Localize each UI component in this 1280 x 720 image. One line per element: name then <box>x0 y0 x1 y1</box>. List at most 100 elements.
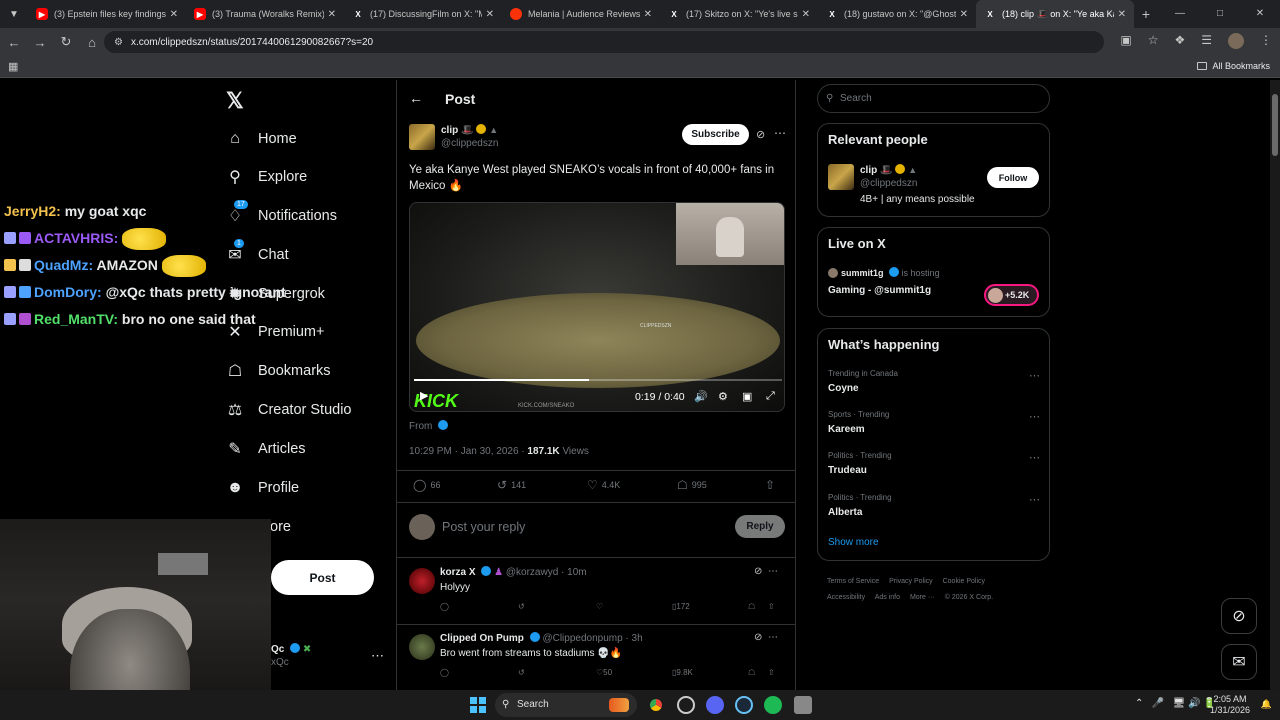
trend-item[interactable]: Politics · Trending Trudeau ⋯ <box>828 451 1040 476</box>
all-bookmarks-button[interactable]: All Bookmarks <box>1197 61 1270 71</box>
author-handle[interactable]: @clippedszn <box>441 138 498 149</box>
close-tab-icon[interactable]: ✕ <box>170 9 178 20</box>
author-name[interactable]: clip 🎩 <box>441 125 473 136</box>
subscribe-button[interactable]: Subscribe <box>682 124 749 145</box>
views-icon[interactable]: ▯ 9.8K <box>672 668 693 677</box>
reply-icon[interactable]: ◯ <box>440 668 449 677</box>
follow-button[interactable]: Follow <box>987 167 1039 188</box>
post-timestamp[interactable]: 10:29 PM · Jan 30, 2026 · <box>409 446 525 457</box>
person-handle[interactable]: @clippedszn <box>860 178 917 189</box>
repost-icon[interactable]: ↺ <box>518 668 525 677</box>
home-browser-icon[interactable]: ⌂ <box>80 35 104 50</box>
show-more-link[interactable]: Show more <box>828 537 879 548</box>
browser-tab-active[interactable]: X (18) clip 🎩 on X: "Ye aka Kanye ✕ <box>976 0 1134 28</box>
like-action[interactable]: ♡ 4.4K <box>587 478 620 492</box>
nav-home[interactable]: ⌂ Home <box>226 124 297 154</box>
nav-bookmarks[interactable]: ☖ Bookmarks <box>226 356 331 386</box>
person-name[interactable]: clip 🎩 <box>860 165 892 176</box>
bookmark-icon[interactable]: ☖ <box>748 668 755 677</box>
more-icon[interactable]: ⋯ <box>768 632 778 643</box>
footer-link[interactable]: Ads info <box>875 594 900 601</box>
more-icon[interactable]: ⋯ <box>768 566 778 577</box>
grok-fab-icon[interactable]: ⊘ <box>1221 598 1257 634</box>
browser-tab[interactable]: X (17) DiscussingFilm on X: "MEL ✕ <box>344 0 502 28</box>
app-icon[interactable] <box>677 696 695 714</box>
back-arrow-icon[interactable]: ← <box>409 90 423 106</box>
close-window-icon[interactable]: ✕ <box>1240 0 1280 28</box>
browser-tab[interactable]: X (18) gustavo on X: "@GhostTov ✕ <box>818 0 976 28</box>
live-topic[interactable]: Gaming - @summit1g <box>828 285 931 296</box>
video-progress[interactable] <box>414 379 782 381</box>
messages-fab-icon[interactable]: ✉ <box>1221 644 1257 680</box>
close-tab-icon[interactable]: ✕ <box>960 9 968 20</box>
footer-link[interactable]: Cookie Policy <box>943 578 985 585</box>
fullscreen-icon[interactable]: ⤢ <box>766 390 775 403</box>
close-tab-icon[interactable]: ✕ <box>802 9 810 20</box>
close-tab-icon[interactable]: ✕ <box>644 9 652 20</box>
nav-creator-studio[interactable]: ⚖ Creator Studio <box>226 395 352 425</box>
url-field[interactable]: ⚙ x.com/clippedszn/status/20174400612900… <box>104 31 1104 53</box>
more-icon[interactable]: ⋯ <box>1029 493 1040 506</box>
maximize-icon[interactable]: □ <box>1200 0 1240 28</box>
footer-link[interactable]: Privacy Policy <box>889 578 933 585</box>
chrome-icon[interactable] <box>647 696 665 714</box>
browser-tab[interactable]: X (17) Skitzo on X: "Ye's live show ✕ <box>660 0 818 28</box>
clock[interactable]: 2:05 AM 1/31/2026 <box>1210 694 1250 716</box>
site-info-icon[interactable]: ⚙ <box>114 37 123 48</box>
heart-icon[interactable]: ♡ <box>596 602 603 611</box>
more-icon[interactable]: ⋯ <box>1029 410 1040 423</box>
x-logo-icon[interactable]: 𝕏 <box>226 88 244 114</box>
repost-icon[interactable]: ↺ <box>518 602 525 611</box>
person-avatar[interactable] <box>828 164 854 190</box>
reply-author[interactable]: korza X <box>440 567 476 578</box>
cast-icon[interactable]: ▣ <box>1120 33 1131 49</box>
media-icon[interactable]: ☰ <box>1201 33 1212 49</box>
browser-tab[interactable]: Melania | Audience Reviews | R ✕ <box>502 0 660 28</box>
back-icon[interactable]: ← <box>2 35 26 50</box>
more-icon[interactable]: ⋯ <box>1029 369 1040 382</box>
minimize-icon[interactable]: — <box>1160 0 1200 28</box>
close-tab-icon[interactable]: ✕ <box>1118 9 1126 20</box>
footer-link[interactable]: More ··· <box>910 594 935 601</box>
discord-icon[interactable] <box>706 696 724 714</box>
video-player[interactable]: CLIPPEDSZN KICK KICK.COM/SNEAKO ▶ 0:19 /… <box>409 202 785 412</box>
volume-icon[interactable]: 🔊 <box>694 390 708 403</box>
reply-item[interactable]: korza X ♟ @korzawyd · 10m Holyyy ⊘ ⋯ ◯ ↺… <box>409 566 789 626</box>
share-icon[interactable]: ⇧ <box>768 602 775 611</box>
reply-button[interactable]: Reply <box>735 515 785 538</box>
spotify-icon[interactable] <box>764 696 782 714</box>
live-count-badge[interactable]: +5.2K <box>984 284 1039 306</box>
footer-link[interactable]: Accessibility <box>827 594 865 601</box>
live-host[interactable]: summit1g is hosting <box>828 267 940 278</box>
bookmark-action[interactable]: ☖ 995 <box>677 478 707 492</box>
footer-link[interactable]: Terms of Service <box>827 578 879 585</box>
more-icon[interactable]: ⋯ <box>774 126 786 140</box>
pip-icon[interactable]: ▣ <box>742 390 752 403</box>
forward-icon[interactable]: → <box>28 35 52 50</box>
search-input[interactable]: ⚲ Search <box>817 84 1050 113</box>
reply-item[interactable]: Clipped On Pump @Clippedonpump · 3h Bro … <box>409 632 789 690</box>
nav-explore[interactable]: ⚲ Explore <box>226 162 307 192</box>
profile-avatar[interactable] <box>1228 33 1244 49</box>
reply-avatar[interactable] <box>409 568 435 594</box>
reload-icon[interactable]: ↻ <box>54 34 78 50</box>
post-button[interactable]: Post <box>271 560 374 595</box>
tab-search-icon[interactable]: ▼ <box>0 0 28 28</box>
notification-bell-icon[interactable]: 🔔 <box>1261 699 1272 710</box>
close-tab-icon[interactable]: ✕ <box>328 9 336 20</box>
reply-action[interactable]: ◯ 66 <box>413 478 440 492</box>
settings-icon[interactable]: ⚙ <box>718 390 728 403</box>
settings-icon[interactable] <box>794 696 812 714</box>
play-icon[interactable]: ▶ <box>420 389 428 402</box>
reply-avatar[interactable] <box>409 634 435 660</box>
scrollbar[interactable] <box>1270 80 1280 690</box>
more-icon[interactable]: ⋯ <box>371 649 384 662</box>
new-tab-icon[interactable]: + <box>1134 6 1158 22</box>
heart-icon[interactable]: ♡ 50 <box>596 668 612 677</box>
steam-icon[interactable] <box>735 696 753 714</box>
close-tab-icon[interactable]: ✕ <box>486 9 494 20</box>
share-icon[interactable]: ⇧ <box>768 668 775 677</box>
windows-start-icon[interactable] <box>468 695 488 715</box>
tray-icons[interactable]: ⌃ 🎤 🖥 🔊 🔋 <box>1135 698 1216 709</box>
share-action[interactable]: ⇧ <box>765 478 775 492</box>
